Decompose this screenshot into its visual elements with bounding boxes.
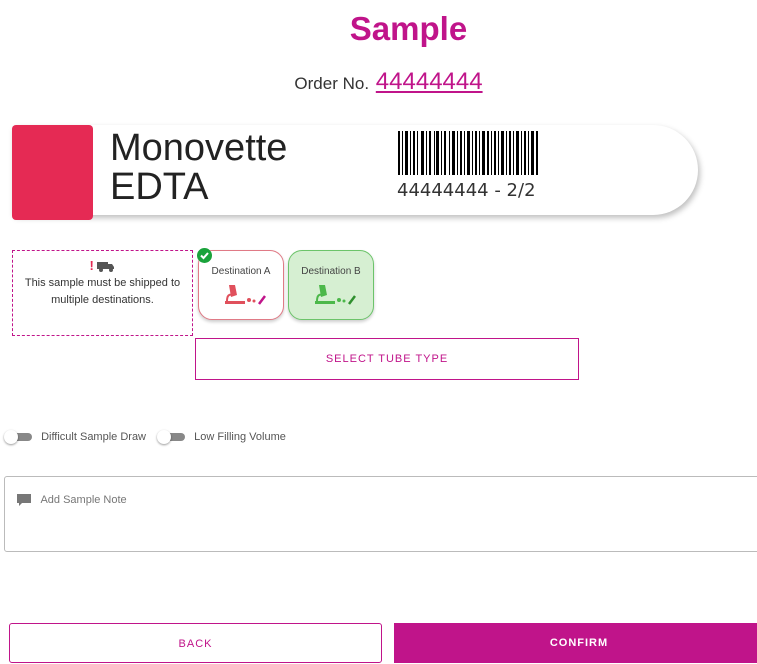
multi-destination-warning: ! This sample must be shipped to multipl…: [12, 250, 193, 336]
warning-mark: !: [89, 258, 94, 273]
sample-note-placeholder: Add Sample Note: [16, 493, 127, 507]
shipping-message-line1: This sample must be shipped to: [24, 277, 181, 289]
order-label: Order No.: [294, 74, 370, 93]
order-number-line: Order No. 44444444: [0, 68, 757, 96]
destination-a-label: Destination A: [211, 266, 271, 277]
tube-cap-color: [12, 125, 93, 220]
destination-b-label: Destination B: [301, 266, 361, 277]
barcode-icon: [398, 131, 538, 175]
sample-note-placeholder-text: Add Sample Note: [40, 493, 127, 506]
tube-name: Monovette EDTA: [110, 129, 287, 207]
difficult-sample-draw-toggle[interactable]: [4, 430, 34, 445]
sample-note-field[interactable]: Add Sample Note: [4, 476, 757, 552]
tube-name-line2: EDTA: [110, 166, 209, 208]
confirm-button[interactable]: CONFIRM: [394, 623, 757, 663]
microscope-icon: [225, 285, 266, 305]
order-number-link[interactable]: 44444444: [376, 68, 483, 95]
check-icon: [197, 248, 212, 263]
select-tube-type-button[interactable]: SELECT TUBE TYPE: [195, 338, 579, 380]
warning-icon-row: !: [13, 257, 192, 275]
destination-b-card[interactable]: Destination B: [288, 250, 374, 320]
tube-card: Monovette EDTA 44444444 - 2/2: [12, 125, 698, 220]
low-filling-volume-toggle[interactable]: [157, 430, 187, 445]
comment-icon: [17, 494, 31, 506]
tube-name-line1: Monovette: [110, 127, 288, 169]
difficult-sample-draw-label: Difficult Sample Draw: [41, 431, 147, 444]
truck-icon: [97, 262, 115, 273]
barcode-number: 44444444 - 2/2: [397, 180, 536, 201]
page-title: Sample: [349, 10, 468, 47]
shipping-message-line2: multiple destinations.: [51, 294, 154, 306]
microscope-icon: [315, 285, 356, 305]
toggle-row: Difficult Sample Draw Low Filling Volume: [4, 430, 294, 445]
back-button[interactable]: BACK: [9, 623, 382, 663]
low-filling-volume-label: Low Filling Volume: [194, 431, 286, 444]
